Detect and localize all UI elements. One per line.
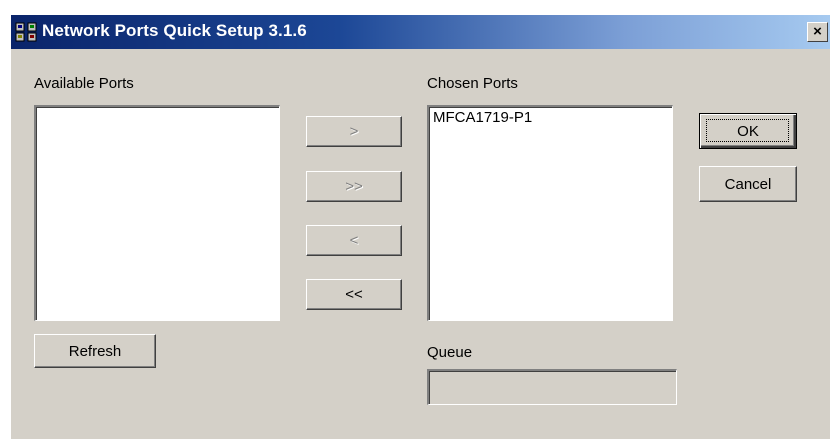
remove-all-ports-button[interactable]: << [306, 279, 402, 310]
queue-label: Queue [427, 344, 473, 361]
add-port-label: > [349, 123, 359, 140]
window-title: Network Ports Quick Setup 3.1.6 [42, 21, 307, 40]
refresh-button[interactable]: Refresh [34, 334, 156, 368]
list-item[interactable]: MFCA1719-P1 [433, 109, 532, 126]
ok-button[interactable]: OK [699, 113, 797, 149]
dialog-window: Network Ports Quick Setup 3.1.6 × Availa… [10, 14, 830, 439]
remove-port-label: < [349, 232, 359, 249]
title-bar[interactable]: Network Ports Quick Setup 3.1.6 × [11, 15, 830, 49]
available-ports-listbox[interactable] [34, 105, 280, 321]
remove-all-ports-label: << [345, 286, 363, 303]
cancel-button-label: Cancel [724, 175, 772, 193]
remove-port-button[interactable]: < [306, 225, 402, 256]
network-ports-app-icon [15, 22, 37, 42]
queue-field [427, 369, 677, 405]
close-icon: × [813, 23, 822, 40]
close-button[interactable]: × [807, 22, 828, 42]
chosen-ports-listbox[interactable]: MFCA1719-P1 [427, 105, 673, 321]
available-ports-label: Available Ports [34, 75, 134, 92]
add-port-button[interactable]: > [306, 116, 402, 147]
cancel-button[interactable]: Cancel [699, 166, 797, 202]
add-all-ports-button[interactable]: >> [306, 171, 402, 202]
add-all-ports-label: >> [345, 178, 363, 195]
focus-rectangle [706, 119, 789, 142]
chosen-ports-label: Chosen Ports [427, 75, 518, 92]
refresh-button-label: Refresh [68, 342, 122, 360]
